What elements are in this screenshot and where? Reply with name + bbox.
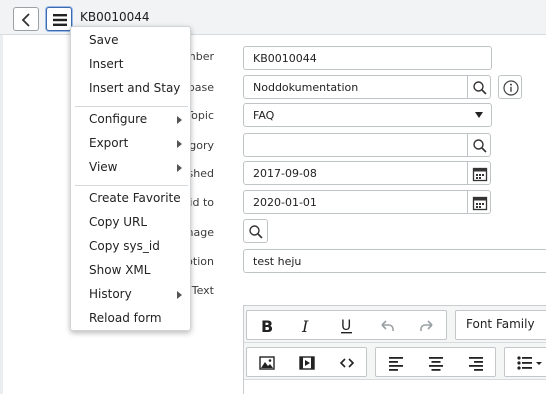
topic-select-value: FAQ [253, 109, 275, 122]
menu-item-save[interactable]: Save [89, 33, 118, 47]
chevron-left-icon [21, 13, 30, 27]
search-icon [473, 81, 487, 95]
svg-text:B: B [261, 317, 273, 335]
underline-icon: U [341, 318, 352, 334]
align-center-button[interactable] [416, 348, 456, 376]
align-right-button[interactable] [456, 348, 496, 376]
short-description-field[interactable]: test heju [243, 249, 546, 273]
search-icon [249, 225, 263, 239]
svg-text:U: U [341, 318, 351, 334]
menu-item-copy-url[interactable]: Copy URL [89, 215, 147, 229]
font-family-label: Font Family [466, 317, 535, 331]
menu-item-insert[interactable]: Insert [89, 57, 123, 71]
code-icon [339, 358, 355, 368]
menu-item-reload-form[interactable]: Reload form [89, 311, 162, 325]
align-center-icon [429, 357, 443, 371]
menu-item-view[interactable]: View [89, 160, 117, 174]
topic-select[interactable]: FAQ [243, 103, 492, 127]
calendar-icon [472, 167, 488, 182]
align-left-icon [389, 357, 403, 371]
menu-item-history[interactable]: History [89, 287, 132, 301]
knowledge-base-lookup-button[interactable] [467, 75, 491, 99]
menu-divider [75, 185, 188, 186]
bold-icon: B [261, 317, 273, 335]
left-strip [0, 35, 3, 394]
source-code-button[interactable] [327, 348, 367, 376]
italic-icon: I [301, 317, 309, 335]
undo-button[interactable] [367, 311, 407, 339]
valid-to-calendar-button[interactable] [467, 190, 491, 214]
category-field[interactable] [243, 133, 468, 157]
image-icon [259, 356, 275, 370]
submenu-arrow-icon [177, 164, 182, 172]
menu-item-insert-and-stay[interactable]: Insert and Stay [89, 81, 180, 95]
category-lookup-button[interactable] [467, 133, 491, 157]
undo-icon [381, 320, 394, 331]
bullet-list-button[interactable] [505, 348, 545, 376]
format-button-group: B I U [246, 310, 447, 340]
knowledge-base-field[interactable]: Noddokumentation [243, 75, 468, 99]
align-button-group [375, 347, 496, 377]
submenu-arrow-icon [177, 116, 182, 124]
font-family-select[interactable]: Font Family [455, 310, 546, 340]
insert-media-button[interactable] [287, 348, 327, 376]
film-icon [299, 356, 315, 370]
submenu-arrow-icon [177, 140, 182, 148]
menu-item-copy-sys-id[interactable]: Copy sys_id [89, 239, 160, 253]
context-menu-button[interactable] [46, 7, 72, 31]
article-text-editor: B I U Font Family [243, 305, 546, 394]
menu-divider [75, 106, 188, 107]
search-icon [473, 139, 487, 153]
svg-text:I: I [301, 317, 309, 335]
list-button-group [504, 347, 546, 377]
insert-image-button[interactable] [247, 348, 287, 376]
menu-item-show-xml[interactable]: Show XML [89, 263, 150, 277]
align-left-button[interactable] [376, 348, 416, 376]
image-lookup-button[interactable] [243, 219, 268, 243]
bold-button[interactable]: B [247, 311, 287, 339]
published-date-field[interactable]: 2017-09-08 [243, 161, 468, 185]
knowledge-base-info-button[interactable] [498, 75, 522, 99]
menu-item-configure[interactable]: Configure [89, 112, 147, 126]
align-right-icon [469, 357, 483, 371]
record-title: KB0010044 [80, 10, 150, 24]
menu-item-export[interactable]: Export [89, 136, 128, 150]
underline-button[interactable]: U [327, 311, 367, 339]
number-field[interactable]: KB0010044 [243, 46, 492, 70]
info-icon [503, 80, 519, 96]
editor-toolbar-row-1: B I U Font Family [244, 306, 546, 343]
redo-button[interactable] [407, 311, 447, 339]
calendar-icon [472, 196, 488, 211]
bullet-list-icon [517, 356, 542, 370]
valid-to-date-field[interactable]: 2020-01-01 [243, 190, 468, 214]
chevron-down-icon [475, 112, 483, 118]
published-calendar-button[interactable] [467, 161, 491, 185]
italic-button[interactable]: I [287, 311, 327, 339]
back-button[interactable] [13, 7, 39, 31]
menu-item-create-favorite[interactable]: Create Favorite [89, 191, 181, 205]
context-menu: Save Insert Insert and Stay Configure Ex… [70, 26, 191, 331]
insert-button-group [246, 347, 367, 377]
editor-toolbar-row-2 [244, 343, 546, 380]
redo-icon [420, 320, 433, 331]
submenu-arrow-icon [177, 291, 182, 299]
